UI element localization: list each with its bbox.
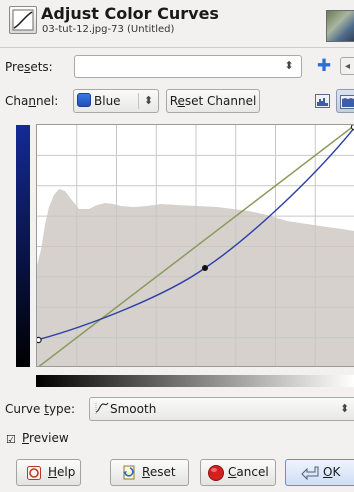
reset-channel-button[interactable]: Reset Channel [166, 89, 260, 113]
ok-icon [301, 466, 319, 481]
plus-icon[interactable]: ✚ [315, 55, 333, 77]
log-histogram-icon[interactable] [336, 89, 354, 113]
blue-channel-icon [77, 93, 91, 107]
reset-icon [123, 465, 135, 480]
dialog-title: Adjust Color Curves [41, 4, 219, 23]
channel-value: Blue [94, 94, 121, 108]
help-button[interactable]: Help [16, 459, 81, 486]
header-separator [0, 47, 354, 48]
preview-label[interactable]: Preview [22, 431, 69, 445]
combo-separator [138, 93, 139, 109]
reset-button[interactable]: Reset [110, 459, 189, 486]
presets-label: Presets: [5, 60, 53, 74]
cancel-button[interactable]: Cancel [200, 459, 276, 486]
curve-endpoint-low[interactable] [37, 336, 42, 344]
updown-arrow-icon[interactable]: ⬍ [340, 402, 354, 415]
channel-label: Channel: [5, 94, 59, 108]
input-gradient-bar [36, 375, 354, 387]
cancel-icon [208, 465, 224, 481]
presets-combo[interactable] [74, 55, 302, 78]
curves-canvas[interactable] [37, 125, 354, 367]
ok-button[interactable]: OK [285, 459, 354, 486]
image-thumbnail [326, 10, 354, 42]
linear-histogram-icon[interactable] [313, 91, 333, 111]
chevron-left-icon[interactable]: ◂ [340, 57, 354, 75]
smooth-curve-icon [95, 401, 109, 415]
curve-type-label: Curve type: [5, 402, 76, 416]
dialog-subtitle: 03-tut-12.jpg-73 (Untitled) [42, 24, 175, 35]
updown-arrow-icon[interactable]: ⬍ [141, 93, 156, 109]
output-gradient-bar [16, 125, 30, 367]
help-icon [27, 466, 41, 480]
curve-type-value: Smooth [110, 402, 157, 416]
curves-tool-icon [9, 6, 37, 34]
preview-checkbox[interactable]: ☑ [6, 434, 17, 445]
curve-control-point[interactable] [202, 265, 208, 271]
updown-arrow-icon[interactable]: ⬍ [281, 58, 297, 74]
curves-graph[interactable] [36, 124, 354, 367]
